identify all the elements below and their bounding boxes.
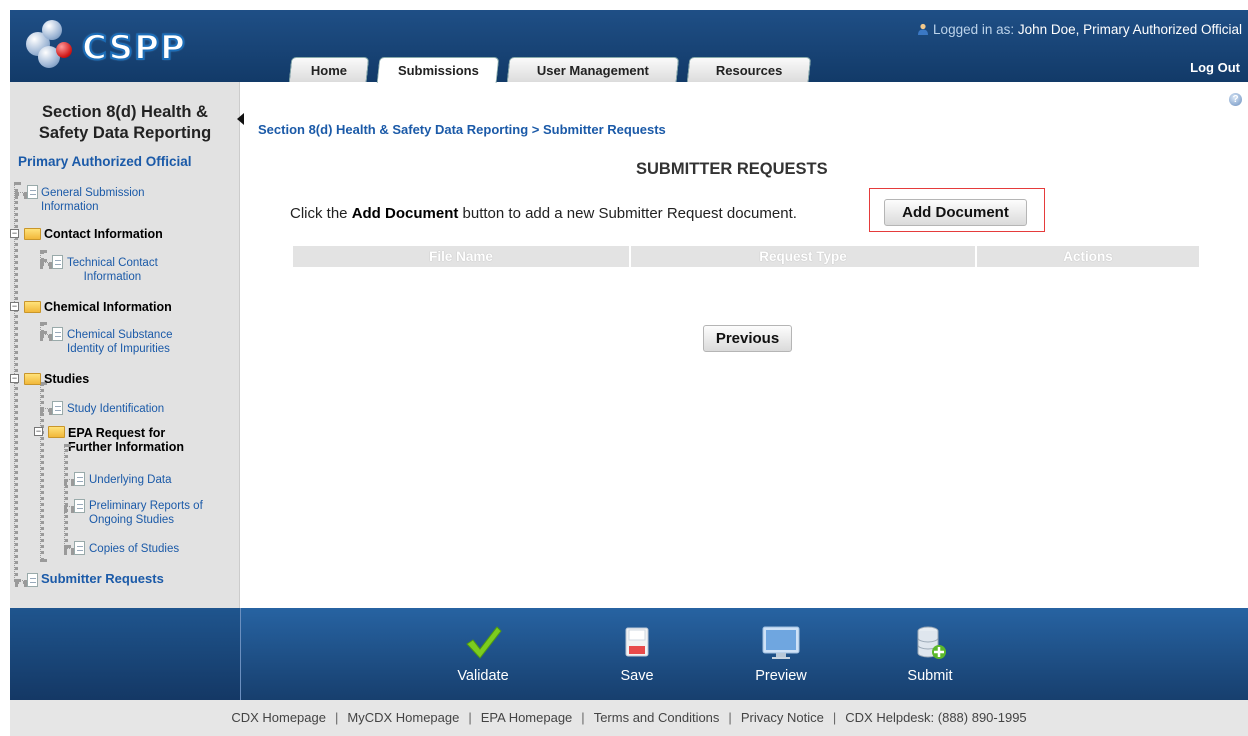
app-window: CSPP Logged in as: John Doe, Primary Aut… [0, 0, 1248, 736]
tree-connector [40, 322, 44, 334]
breadcrumb-separator: > [528, 122, 543, 137]
sidebar-item-epa-request[interactable]: EPA Request for Further Information [68, 426, 184, 454]
tree-connector [64, 506, 74, 510]
footer-separator: | [832, 710, 837, 725]
sidebar-item-technical-contact-information[interactable]: Technical Contact Information [67, 256, 158, 284]
add-document-button[interactable]: Add Document [884, 199, 1027, 226]
sidebar-item-copies-of-studies[interactable]: Copies of Studies [89, 542, 179, 556]
logout-link[interactable]: Log Out [1190, 60, 1240, 75]
footer-link-epa-homepage[interactable]: EPA Homepage [481, 710, 573, 725]
footer-separator: | [468, 710, 472, 725]
tree-connector [40, 250, 44, 262]
document-icon [74, 472, 85, 486]
footer-separator: | [334, 710, 339, 725]
collapse-toggle-icon[interactable]: − [10, 302, 19, 311]
tab-resources[interactable]: Resources [686, 57, 812, 82]
sidebar-item-contact-information[interactable]: Contact Information [44, 227, 163, 241]
sidebar-item-studies[interactable]: Studies [44, 372, 89, 386]
validate-button[interactable]: Validate [443, 624, 523, 684]
footer-link-privacy[interactable]: Privacy Notice [741, 710, 824, 725]
column-header-request-type[interactable]: Request Type [631, 246, 975, 267]
sidebar-role: Primary Authorized Official [18, 154, 192, 169]
monitor-icon [762, 626, 800, 659]
tree-connector [15, 192, 27, 196]
document-icon [52, 401, 63, 415]
sidebar-item-underlying-data[interactable]: Underlying Data [89, 473, 171, 487]
column-header-file-name[interactable]: File Name [293, 246, 629, 267]
cspp-logo[interactable]: CSPP [26, 20, 226, 72]
sidebar-item-study-identification[interactable]: Study Identification [67, 402, 164, 416]
collapse-sidebar-icon[interactable] [237, 113, 244, 125]
collapse-toggle-icon[interactable]: − [34, 427, 43, 436]
breadcrumb-parent-link[interactable]: Section 8(d) Health & Safety Data Report… [258, 122, 528, 137]
previous-button[interactable]: Previous [703, 325, 792, 352]
tab-home[interactable]: Home [288, 57, 370, 82]
save-label: Save [620, 668, 654, 684]
save-icon [625, 627, 649, 657]
footer-link-helpdesk[interactable]: CDX Helpdesk: (888) 890-1995 [845, 710, 1026, 725]
tree-connector [64, 479, 74, 483]
submit-label: Submit [907, 668, 953, 684]
logo-text: CSPP [81, 27, 186, 69]
footer-link-mycdx-homepage[interactable]: MyCDX Homepage [347, 710, 459, 725]
preview-label: Preview [755, 668, 807, 684]
footer-separator: | [728, 710, 732, 725]
checkmark-icon [466, 626, 502, 659]
folder-icon [24, 228, 41, 240]
tab-submissions[interactable]: Submissions [376, 57, 500, 83]
sidebar-item-chemical-substance-identity[interactable]: Chemical Substance Identity of Impuritie… [67, 328, 172, 356]
folder-icon [48, 426, 65, 438]
save-button[interactable]: Save [597, 624, 677, 684]
tree-connector [40, 408, 52, 412]
sidebar-item-preliminary-reports[interactable]: Preliminary Reports of Ongoing Studies [89, 499, 203, 527]
document-icon [52, 327, 63, 341]
logged-in-name: John Doe, Primary Authorized Official [1017, 22, 1242, 37]
logged-in-user: Logged in as: John Doe, Primary Authoriz… [917, 22, 1242, 37]
sidebar-item-general-submission-information[interactable]: General Submission Information [41, 186, 145, 214]
footer-link-terms[interactable]: Terms and Conditions [594, 710, 720, 725]
submit-button[interactable]: Submit [890, 624, 970, 684]
document-icon [74, 499, 85, 513]
footer-link-cdx-homepage[interactable]: CDX Homepage [231, 710, 326, 725]
user-icon [918, 23, 929, 35]
tree-connector [40, 334, 52, 338]
logo-sphere-icon [42, 20, 62, 40]
collapse-toggle-icon[interactable]: − [10, 229, 19, 238]
action-toolbar: Validate Save Preview Submit [10, 608, 1248, 700]
tree-connector [64, 444, 68, 548]
document-icon [74, 541, 85, 555]
help-icon[interactable]: ? [1229, 93, 1242, 106]
toolbar-left-panel [10, 608, 241, 700]
document-icon [27, 573, 38, 587]
breadcrumb: Section 8(d) Health & Safety Data Report… [258, 122, 666, 137]
footer-links: CDX Homepage | MyCDX Homepage | EPA Homepage… [10, 700, 1248, 736]
document-icon [27, 185, 38, 199]
sidebar-title: Section 8(d) Health & Safety Data Report… [38, 103, 212, 142]
breadcrumb-current: Submitter Requests [542, 122, 666, 137]
column-header-actions[interactable]: Actions [977, 246, 1199, 267]
page-title: SUBMITTER REQUESTS [636, 160, 828, 178]
navigation-sidebar: Section 8(d) Health & Safety Data Report… [10, 82, 240, 608]
folder-icon [24, 373, 41, 385]
header-bar: CSPP Logged in as: John Doe, Primary Aut… [10, 10, 1248, 83]
folder-icon [24, 301, 41, 313]
sidebar-item-submitter-requests[interactable]: Submitter Requests [41, 572, 164, 586]
logged-in-prefix: Logged in as: [933, 22, 1015, 37]
collapse-toggle-icon[interactable]: − [10, 374, 19, 383]
logo-red-sphere-icon [56, 42, 72, 58]
documents-table-header: File Name Request Type Actions [293, 246, 1199, 267]
tab-user-management[interactable]: User Management [506, 57, 680, 82]
document-icon [52, 255, 63, 269]
footer-separator: | [581, 710, 585, 725]
validate-label: Validate [457, 668, 509, 684]
sidebar-item-chemical-information[interactable]: Chemical Information [44, 300, 172, 314]
tree-connector [40, 262, 52, 266]
tree-connector [15, 580, 27, 584]
preview-button[interactable]: Preview [741, 624, 821, 684]
tree-connector [64, 548, 74, 552]
database-submit-icon [917, 626, 946, 659]
instructions-text: Click the Add Document button to add a n… [290, 205, 797, 222]
